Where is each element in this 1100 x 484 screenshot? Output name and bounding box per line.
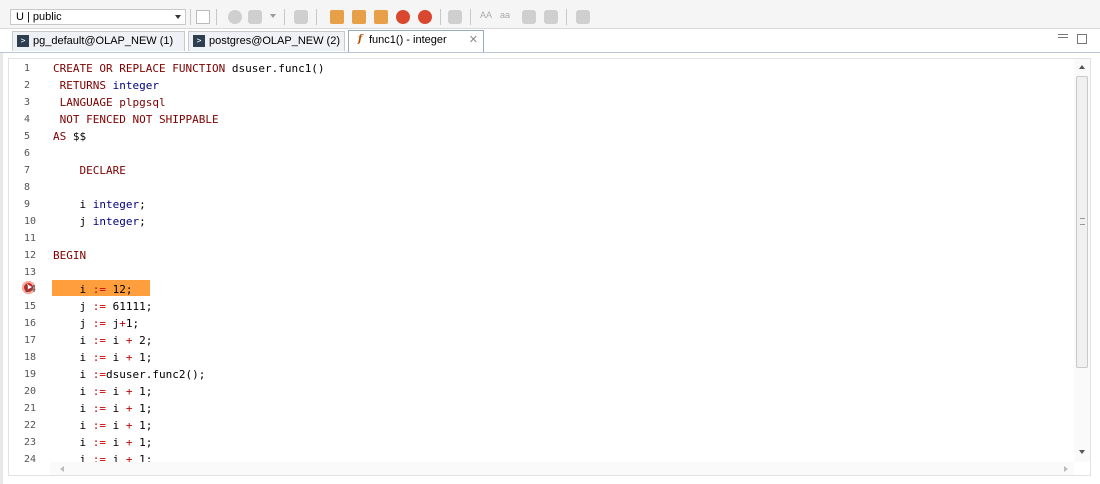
- debug-icon[interactable]: [248, 10, 262, 24]
- terminal-icon: >: [17, 35, 29, 47]
- line-number: 14: [24, 284, 37, 295]
- toolbar-separator: [440, 9, 441, 25]
- code-line[interactable]: i integer;: [53, 196, 145, 213]
- line-number: 19: [24, 369, 37, 380]
- code-line[interactable]: i := i + 1;: [53, 400, 152, 417]
- tab-pg-default[interactable]: > pg_default@OLAP_NEW (1): [12, 31, 185, 51]
- code-line[interactable]: CREATE OR REPLACE FUNCTION dsuser.func1(…: [53, 60, 325, 77]
- line-number: 24: [24, 454, 37, 462]
- code-line[interactable]: NOT FENCED NOT SHIPPABLE: [53, 111, 219, 128]
- schema-selector[interactable]: U | public: [10, 9, 186, 25]
- scroll-up-icon[interactable]: [1079, 65, 1085, 69]
- tab-label: pg_default@OLAP_NEW (1): [33, 35, 174, 47]
- horizontal-scrollbar[interactable]: [50, 462, 1074, 475]
- code-line[interactable]: j := 61111;: [53, 298, 152, 315]
- step-into-icon[interactable]: [330, 10, 344, 24]
- terminal-icon: >: [193, 35, 205, 47]
- code-line[interactable]: i :=dsuser.func2();: [53, 366, 205, 383]
- line-number: 16: [24, 318, 37, 329]
- line-number: 15: [24, 301, 37, 312]
- line-number: 2: [24, 80, 31, 91]
- line-number: 17: [24, 335, 37, 346]
- code-line[interactable]: j := j+1;: [53, 315, 139, 332]
- line-number: 23: [24, 437, 37, 448]
- line-number: 3: [24, 97, 31, 108]
- code-line[interactable]: AS $$: [53, 128, 86, 145]
- collapse-icon[interactable]: [576, 10, 590, 24]
- toolbar-divider: [0, 28, 1100, 29]
- execute-icon[interactable]: [228, 10, 242, 24]
- continue-icon[interactable]: [396, 10, 410, 24]
- line-number: 9: [24, 199, 31, 210]
- tab-func1[interactable]: f func1() - integer ✕: [348, 30, 484, 52]
- chevron-down-icon[interactable]: [175, 15, 181, 19]
- schema-value: U | public: [16, 11, 62, 23]
- close-icon[interactable]: ✕: [469, 33, 478, 46]
- tab-label: postgres@OLAP_NEW (2): [209, 35, 340, 47]
- indent-icon[interactable]: [522, 10, 536, 24]
- toolbar-separator: [470, 9, 471, 25]
- step-over-icon[interactable]: [352, 10, 366, 24]
- line-number: 10: [24, 216, 37, 227]
- line-number: 21: [24, 403, 37, 414]
- code-line[interactable]: i := 12;: [53, 281, 132, 298]
- scroll-right-icon[interactable]: [1064, 466, 1068, 472]
- toolbar-separator: [316, 9, 317, 25]
- scroll-grip-icon: [1080, 218, 1085, 225]
- line-number: 5: [24, 131, 31, 142]
- line-number: 13: [24, 267, 37, 278]
- format-icon[interactable]: [448, 10, 462, 24]
- code-line[interactable]: RETURNS integer: [53, 77, 159, 94]
- dropdown-icon[interactable]: [270, 14, 276, 18]
- line-number: 7: [24, 165, 31, 176]
- code-line[interactable]: j integer;: [53, 213, 145, 230]
- code-line[interactable]: i := i + 1;: [53, 417, 152, 434]
- scroll-down-icon[interactable]: [1079, 450, 1085, 454]
- code-line[interactable]: i := i + 2;: [53, 332, 152, 349]
- code-line[interactable]: i := i + 1;: [53, 434, 152, 451]
- font-increase-icon[interactable]: AA: [480, 10, 492, 20]
- line-number: 11: [24, 233, 37, 244]
- toolbar-separator: [216, 9, 217, 25]
- line-number: 18: [24, 352, 37, 363]
- scroll-left-icon[interactable]: [60, 466, 64, 472]
- code-line[interactable]: BEGIN: [53, 247, 86, 264]
- line-number: 8: [24, 182, 31, 193]
- line-number: 12: [24, 250, 37, 261]
- outdent-icon[interactable]: [544, 10, 558, 24]
- line-number: 4: [24, 114, 31, 125]
- line-number: 1: [24, 63, 31, 74]
- maximize-icon[interactable]: [1077, 34, 1087, 44]
- line-number: 20: [24, 386, 37, 397]
- new-sql-icon[interactable]: [196, 10, 210, 24]
- code-line[interactable]: i := i + 1;: [53, 383, 152, 400]
- code-line[interactable]: i := i + 1;: [53, 451, 152, 462]
- stop-icon[interactable]: [418, 10, 432, 24]
- toolbar-separator: [190, 9, 191, 25]
- terminate-icon[interactable]: [294, 10, 308, 24]
- tab-label: func1() - integer: [369, 34, 447, 46]
- code-line[interactable]: LANGUAGE plpgsql: [53, 94, 166, 111]
- minimize-icon[interactable]: [1058, 34, 1068, 38]
- font-decrease-icon[interactable]: aa: [500, 10, 510, 20]
- function-icon: f: [357, 34, 363, 45]
- toolbar-separator: [284, 9, 285, 25]
- tab-postgres[interactable]: > postgres@OLAP_NEW (2): [188, 31, 345, 51]
- toolbar-separator: [566, 9, 567, 25]
- code-line[interactable]: DECLARE: [53, 162, 126, 179]
- line-number: 6: [24, 148, 31, 159]
- code-line[interactable]: i := i + 1;: [53, 349, 152, 366]
- editor-left-edge: [0, 53, 3, 484]
- line-number: 22: [24, 420, 37, 431]
- step-out-icon[interactable]: [374, 10, 388, 24]
